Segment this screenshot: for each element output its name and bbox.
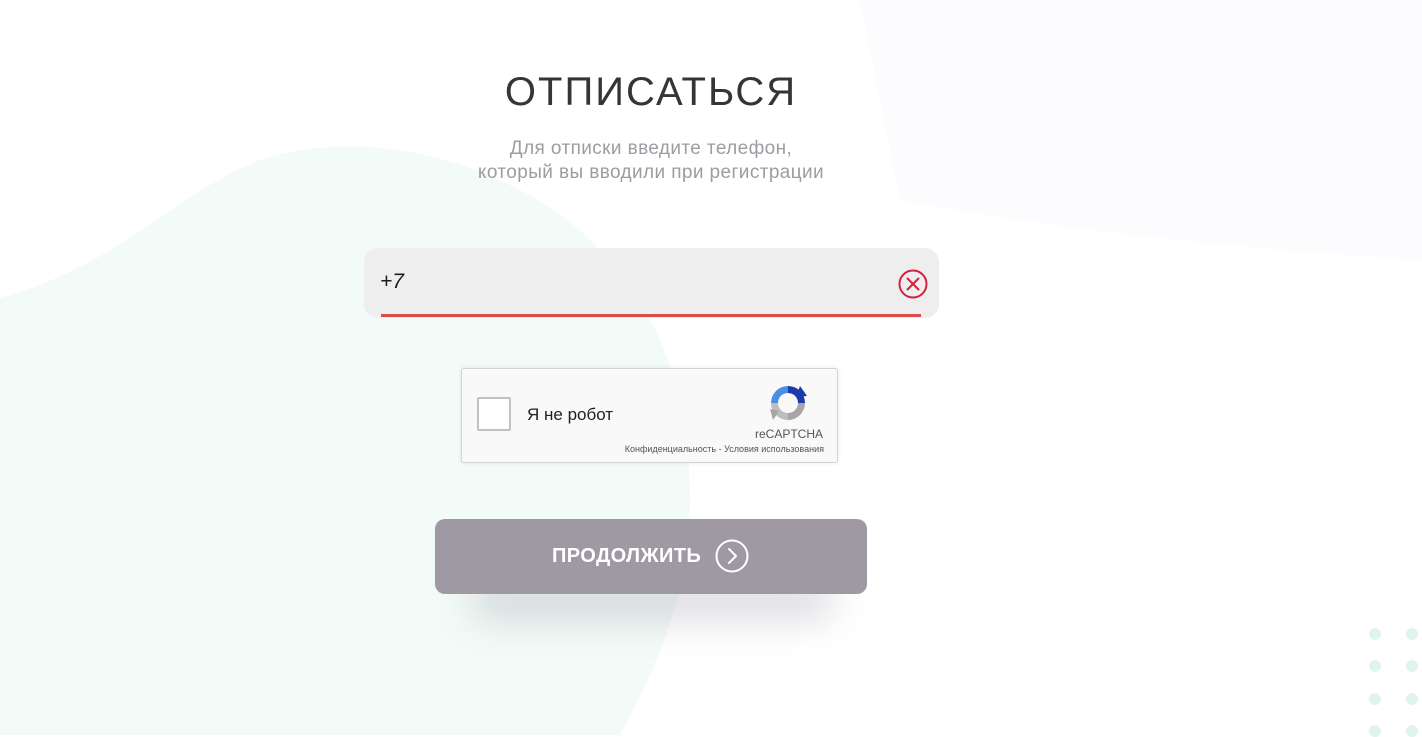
subtitle-line-2: который вы вводили при регистрации — [477, 162, 825, 183]
phone-input[interactable] — [380, 266, 880, 298]
privacy-link[interactable]: Конфиденциальность — [625, 444, 716, 454]
unsubscribe-form: ОТПИСАТЬСЯ Для отписки введите телефон, … — [0, 0, 1422, 735]
close-circle-icon[interactable] — [897, 268, 929, 300]
page-subtitle: Для отписки введите телефон, который вы … — [0, 137, 1302, 185]
continue-button[interactable]: ПРОДОЛЖИТЬ — [435, 519, 867, 594]
recaptcha-checkbox[interactable] — [477, 397, 511, 431]
recaptcha-label: Я не робот — [527, 405, 614, 424]
subtitle-line-1: Для отписки введите телефон, — [509, 138, 793, 159]
continue-button-label: ПРОДОЛЖИТЬ — [552, 545, 702, 567]
recaptcha-brand: reCAPTCHA — [754, 427, 823, 441]
recaptcha-logo-icon — [770, 386, 807, 420]
recaptcha-links: Конфиденциальность - Условия использован… — [625, 444, 824, 454]
links-separator: - — [716, 444, 725, 454]
terms-link[interactable]: Условия использования — [724, 444, 824, 454]
page-title: ОТПИСАТЬСЯ — [504, 70, 798, 114]
chevron-right-circle-icon — [715, 539, 749, 573]
phone-field — [364, 248, 939, 318]
recaptcha-widget: Я не робот reCAPTCHA Конфиденциальность … — [461, 368, 838, 463]
phone-error-underline — [381, 314, 921, 317]
